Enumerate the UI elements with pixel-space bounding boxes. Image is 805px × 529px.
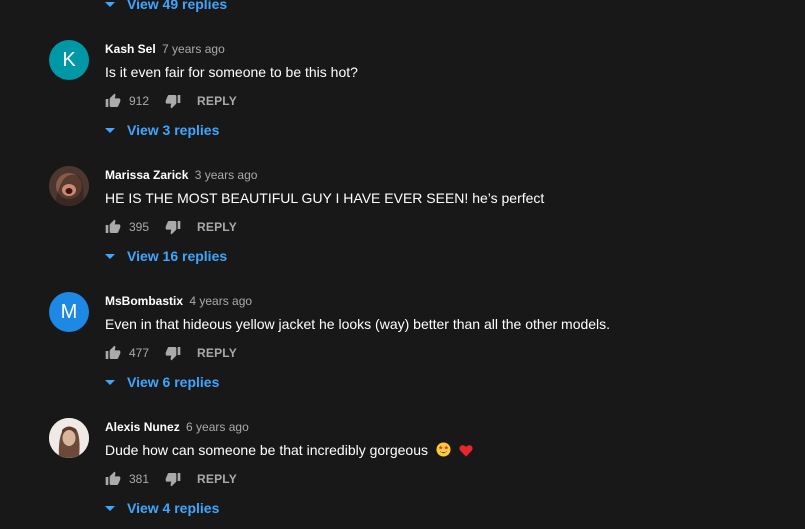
- reply-button[interactable]: REPLY: [197, 220, 237, 234]
- comment-thread: Marissa Zarick 3 years ago HE IS THE MOS…: [0, 166, 805, 292]
- comment-timestamp[interactable]: 4 years ago: [189, 294, 252, 308]
- view-replies-button[interactable]: View 3 replies: [104, 118, 219, 142]
- author-name[interactable]: Kash Sel: [105, 42, 156, 56]
- view-replies-button[interactable]: View 16 replies: [104, 244, 227, 268]
- comment-header: Marissa Zarick 3 years ago: [105, 167, 257, 183]
- comment-text: HE IS THE MOST BEAUTIFUL GUY I HAVE EVER…: [105, 190, 545, 206]
- reply-button[interactable]: REPLY: [197, 94, 237, 108]
- caret-down-icon: [105, 505, 115, 511]
- thumbs-up-icon[interactable]: [105, 93, 121, 109]
- profile-photo-icon: [49, 166, 89, 206]
- avatar[interactable]: M: [49, 292, 89, 332]
- thumbs-down-icon[interactable]: [165, 219, 181, 235]
- avatar[interactable]: K: [49, 40, 89, 80]
- like-count: 477: [129, 346, 150, 360]
- avatar-letter: M: [60, 300, 78, 323]
- thumbs-up-icon[interactable]: [105, 345, 121, 361]
- comment-header: MsBombastix 4 years ago: [105, 293, 252, 309]
- comment-timestamp[interactable]: 6 years ago: [186, 420, 249, 434]
- reply-button[interactable]: REPLY: [197, 346, 237, 360]
- comments-section: View 49 replies K Kash Sel 7 years ago I…: [0, 0, 805, 529]
- avatar[interactable]: [49, 166, 89, 206]
- comment-actions: 381 REPLY: [105, 470, 237, 488]
- view-replies-label: View 6 replies: [127, 374, 220, 390]
- author-name[interactable]: Marissa Zarick: [105, 168, 188, 182]
- view-replies-button[interactable]: View 4 replies: [104, 496, 219, 520]
- comment-header: Alexis Nunez 6 years ago: [105, 419, 249, 435]
- avatar[interactable]: [49, 418, 89, 458]
- comment-actions: 912 REPLY: [105, 92, 237, 110]
- star-struck-emoji-icon: [436, 442, 451, 457]
- thumbs-up-icon[interactable]: [105, 471, 121, 487]
- caret-down-icon: [105, 379, 115, 385]
- comment-thread: Alexis Nunez 6 years ago Dude how can so…: [0, 418, 805, 529]
- comment-actions: 477 REPLY: [105, 344, 237, 362]
- thumbs-up-icon[interactable]: [105, 219, 121, 235]
- comment-text: Is it even fair for someone to be this h…: [105, 64, 358, 80]
- like-count: 395: [129, 220, 150, 234]
- comment-timestamp[interactable]: 3 years ago: [195, 168, 258, 182]
- view-replies-button[interactable]: View 49 replies: [104, 0, 227, 16]
- view-replies-label: View 49 replies: [127, 0, 228, 12]
- view-replies-label: View 3 replies: [127, 122, 220, 138]
- comment-text: Even in that hideous yellow jacket he lo…: [105, 316, 611, 332]
- avatar-letter: K: [62, 48, 76, 71]
- comment-text: Dude how can someone be that incredibly …: [105, 440, 473, 460]
- comment-header: Kash Sel 7 years ago: [105, 41, 225, 57]
- comment-thread: M MsBombastix 4 years ago Even in that h…: [0, 292, 805, 418]
- caret-down-icon: [105, 1, 115, 7]
- author-name[interactable]: MsBombastix: [105, 294, 183, 308]
- profile-photo-icon: [49, 418, 89, 458]
- reply-button[interactable]: REPLY: [197, 472, 237, 486]
- author-name[interactable]: Alexis Nunez: [105, 420, 180, 434]
- caret-down-icon: [105, 127, 115, 133]
- view-replies-label: View 16 replies: [127, 248, 228, 264]
- comment-text-content: Dude how can someone be that incredibly …: [105, 442, 428, 458]
- comment-thread: K Kash Sel 7 years ago Is it even fair f…: [0, 40, 805, 166]
- like-count: 912: [129, 94, 150, 108]
- thumbs-down-icon[interactable]: [165, 93, 181, 109]
- view-replies-label: View 4 replies: [127, 500, 220, 516]
- comment-timestamp[interactable]: 7 years ago: [162, 42, 225, 56]
- view-replies-button[interactable]: View 6 replies: [104, 370, 219, 394]
- thumbs-down-icon[interactable]: [165, 471, 181, 487]
- comment-actions: 395 REPLY: [105, 218, 237, 236]
- red-heart-emoji-icon: [459, 445, 473, 457]
- like-count: 381: [129, 472, 150, 486]
- thumbs-down-icon[interactable]: [165, 345, 181, 361]
- caret-down-icon: [105, 253, 115, 259]
